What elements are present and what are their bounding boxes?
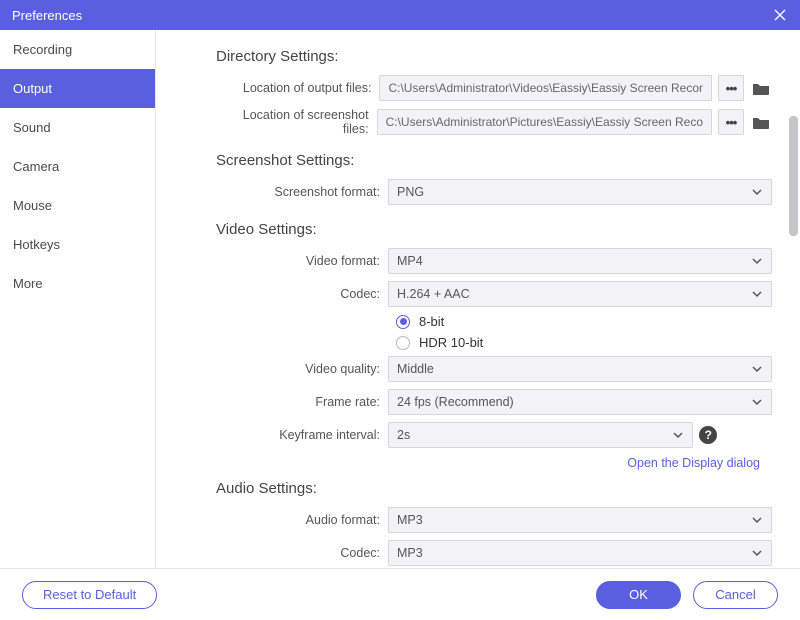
video-codec-value: H.264 + AAC: [397, 287, 470, 301]
screenshot-path-browse-button[interactable]: •••: [718, 109, 744, 135]
radio-icon: [396, 336, 410, 350]
label-video-quality: Video quality:: [216, 362, 388, 376]
titlebar: Preferences: [0, 0, 800, 30]
sidebar-item-more[interactable]: More: [0, 264, 155, 303]
audio-format-select[interactable]: MP3: [388, 507, 772, 533]
row-keyframe-interval: Keyframe interval: 2s ?: [216, 422, 772, 448]
sidebar: Recording Output Sound Camera Mouse Hotk…: [0, 30, 156, 568]
body: Recording Output Sound Camera Mouse Hotk…: [0, 30, 800, 568]
label-screenshot-path: Location of screenshot files:: [216, 108, 377, 136]
main-pane: Directory Settings: Location of output f…: [156, 30, 800, 568]
video-quality-value: Middle: [397, 362, 434, 376]
row-output-path: Location of output files: C:\Users\Admin…: [216, 75, 772, 101]
label-screenshot-format: Screenshot format:: [216, 185, 388, 199]
audio-format-value: MP3: [397, 513, 423, 527]
screenshot-path-input[interactable]: C:\Users\Administrator\Pictures\Eassiy\E…: [377, 109, 712, 135]
footer: Reset to Default OK Cancel: [0, 568, 800, 620]
reset-to-default-button[interactable]: Reset to Default: [22, 581, 157, 609]
radio-hdr10bit[interactable]: HDR 10-bit: [396, 335, 772, 350]
video-quality-select[interactable]: Middle: [388, 356, 772, 382]
chevron-down-icon: [751, 186, 763, 198]
keyframe-interval-value: 2s: [397, 428, 410, 442]
output-path-open-folder-button[interactable]: [750, 75, 772, 101]
ellipsis-icon: •••: [726, 115, 737, 130]
row-video-quality: Video quality: Middle: [216, 356, 772, 382]
screenshot-format-value: PNG: [397, 185, 424, 199]
scrollbar[interactable]: [789, 116, 798, 236]
frame-rate-select[interactable]: 24 fps (Recommend): [388, 389, 772, 415]
chevron-down-icon: [751, 514, 763, 526]
row-audio-format: Audio format: MP3: [216, 507, 772, 533]
radio-8bit[interactable]: 8-bit: [396, 314, 772, 329]
open-display-dialog-link[interactable]: Open the Display dialog: [627, 456, 760, 470]
chevron-down-icon: [751, 255, 763, 267]
section-audio-title: Audio Settings:: [216, 480, 772, 497]
chevron-down-icon: [751, 288, 763, 300]
window-title: Preferences: [12, 8, 82, 23]
chevron-down-icon: [751, 396, 763, 408]
radio-icon: [396, 315, 410, 329]
label-video-format: Video format:: [216, 254, 388, 268]
screenshot-path-open-folder-button[interactable]: [750, 109, 772, 135]
sidebar-item-mouse[interactable]: Mouse: [0, 186, 155, 225]
output-path-input[interactable]: C:\Users\Administrator\Videos\Eassiy\Eas…: [379, 75, 712, 101]
chevron-down-icon: [751, 547, 763, 559]
label-output-path: Location of output files:: [216, 81, 379, 95]
sidebar-item-sound[interactable]: Sound: [0, 108, 155, 147]
audio-codec-value: MP3: [397, 546, 423, 560]
output-path-browse-button[interactable]: •••: [718, 75, 744, 101]
label-video-codec: Codec:: [216, 287, 388, 301]
section-directory-title: Directory Settings:: [216, 48, 772, 65]
sidebar-item-hotkeys[interactable]: Hotkeys: [0, 225, 155, 264]
folder-icon: [752, 81, 770, 95]
row-screenshot-path: Location of screenshot files: C:\Users\A…: [216, 108, 772, 136]
row-frame-rate: Frame rate: 24 fps (Recommend): [216, 389, 772, 415]
row-video-codec: Codec: H.264 + AAC: [216, 281, 772, 307]
label-audio-codec: Codec:: [216, 546, 388, 560]
keyframe-interval-select[interactable]: 2s: [388, 422, 693, 448]
section-screenshot-title: Screenshot Settings:: [216, 152, 772, 169]
sidebar-item-camera[interactable]: Camera: [0, 147, 155, 186]
chevron-down-icon: [672, 429, 684, 441]
sidebar-item-output[interactable]: Output: [0, 69, 155, 108]
display-link-row: Open the Display dialog: [216, 455, 772, 470]
sidebar-item-recording[interactable]: Recording: [0, 30, 155, 69]
label-audio-format: Audio format:: [216, 513, 388, 527]
ellipsis-icon: •••: [726, 81, 737, 96]
cancel-button[interactable]: Cancel: [693, 581, 778, 609]
help-icon[interactable]: ?: [699, 426, 717, 444]
audio-codec-select[interactable]: MP3: [388, 540, 772, 566]
row-audio-codec: Codec: MP3: [216, 540, 772, 566]
label-frame-rate: Frame rate:: [216, 395, 388, 409]
video-format-value: MP4: [397, 254, 423, 268]
chevron-down-icon: [751, 363, 763, 375]
frame-rate-value: 24 fps (Recommend): [397, 395, 514, 409]
section-video-title: Video Settings:: [216, 221, 772, 238]
content: Directory Settings: Location of output f…: [156, 30, 800, 568]
row-video-format: Video format: MP4: [216, 248, 772, 274]
row-screenshot-format: Screenshot format: PNG: [216, 179, 772, 205]
radio-hdr-label: HDR 10-bit: [419, 335, 483, 350]
folder-icon: [752, 115, 770, 129]
video-format-select[interactable]: MP4: [388, 248, 772, 274]
video-codec-select[interactable]: H.264 + AAC: [388, 281, 772, 307]
close-icon[interactable]: [772, 7, 788, 23]
label-keyframe-interval: Keyframe interval:: [216, 428, 388, 442]
screenshot-format-select[interactable]: PNG: [388, 179, 772, 205]
ok-button[interactable]: OK: [596, 581, 681, 609]
radio-8bit-label: 8-bit: [419, 314, 444, 329]
